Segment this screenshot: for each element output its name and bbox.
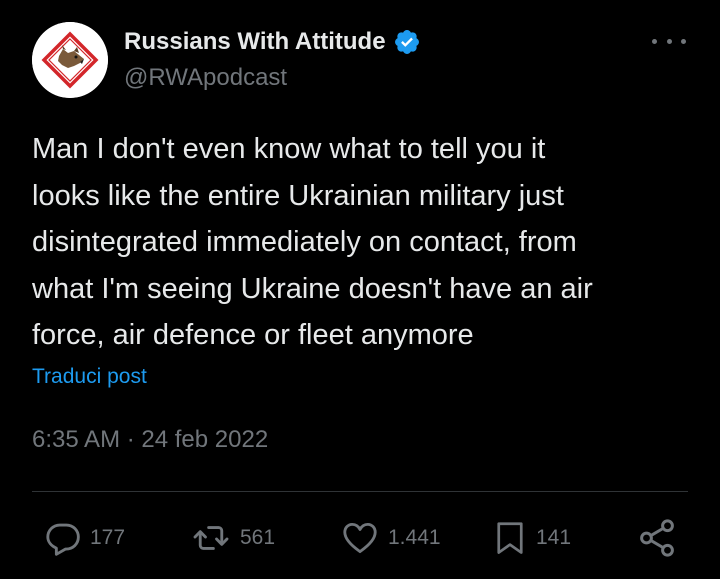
bookmark-icon	[497, 522, 523, 554]
repost-count: 561	[240, 526, 276, 549]
reply-icon	[46, 523, 80, 556]
bookmark-button[interactable]: 141	[492, 510, 571, 566]
like-button[interactable]: 1.441	[340, 510, 441, 566]
share-icon	[640, 519, 674, 557]
heart-icon	[343, 522, 377, 554]
more-dots-icon	[652, 38, 657, 44]
share-button[interactable]	[636, 510, 678, 566]
divider	[32, 491, 688, 492]
translate-post-link[interactable]: Traduci post	[32, 365, 147, 389]
more-options-button[interactable]	[652, 30, 686, 52]
name-row: Russians With Attitude	[124, 26, 604, 58]
repost-icon	[193, 526, 229, 550]
verified-badge-icon	[393, 28, 421, 56]
reply-button[interactable]: 177	[44, 510, 125, 566]
action-bar: 177 561 1.441 141	[0, 510, 720, 566]
tweet: Russians With Attitude @RWApodcast Man I…	[0, 0, 720, 579]
bookmark-count: 141	[536, 526, 572, 549]
avatar[interactable]	[32, 22, 108, 98]
author-block: Russians With Attitude @RWApodcast	[124, 26, 604, 92]
display-name[interactable]: Russians With Attitude	[124, 28, 386, 56]
more-dots-icon	[681, 38, 686, 44]
repost-button[interactable]: 561	[190, 510, 275, 566]
timestamp[interactable]: 6:35 AM · 24 feb 2022	[32, 426, 268, 454]
like-count: 1.441	[388, 526, 441, 549]
tweet-text: Man I don't even know what to tell you i…	[32, 133, 593, 351]
reply-count: 177	[90, 526, 126, 549]
handle[interactable]: @RWApodcast	[124, 64, 604, 92]
rwa-logo-icon	[32, 22, 108, 98]
more-dots-icon	[666, 38, 672, 44]
